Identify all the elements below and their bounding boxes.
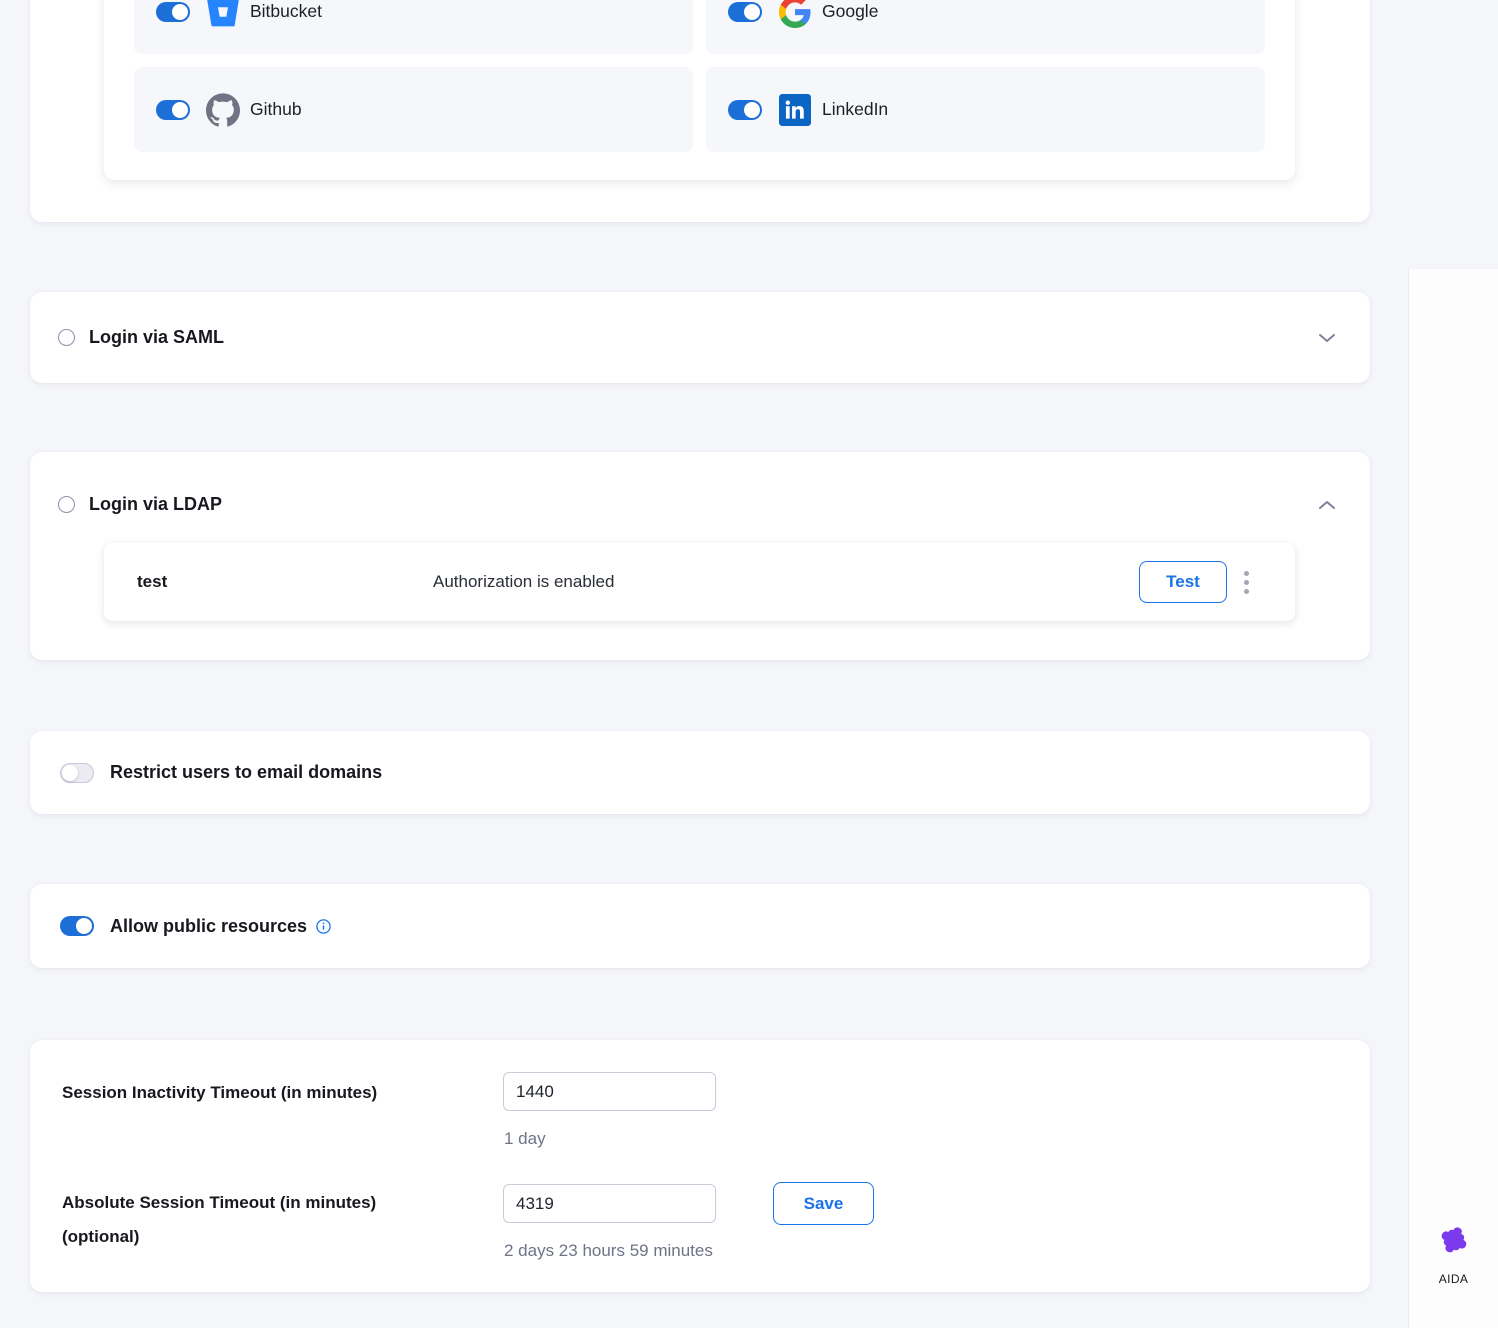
absolute-timeout-label-line1: Absolute Session Timeout (in minutes) bbox=[62, 1186, 376, 1220]
ldap-card: Login via LDAP test Authorization is ena… bbox=[30, 452, 1370, 660]
test-button[interactable]: Test bbox=[1139, 561, 1227, 603]
absolute-timeout-input[interactable] bbox=[503, 1184, 716, 1223]
chevron-down-icon[interactable] bbox=[1318, 333, 1336, 343]
auth-settings-page: Bitbucket Google bbox=[0, 0, 1498, 1328]
saml-title: Login via SAML bbox=[89, 327, 224, 348]
providers-panel: Bitbucket Google bbox=[104, 0, 1295, 180]
inactivity-timeout-input[interactable] bbox=[503, 1072, 716, 1111]
linkedin-toggle[interactable] bbox=[728, 100, 762, 120]
restrict-domains-card: Restrict users to email domains bbox=[30, 731, 1370, 814]
public-resources-toggle[interactable] bbox=[60, 916, 94, 936]
ldap-title: Login via LDAP bbox=[89, 494, 222, 515]
provider-label: Google bbox=[822, 1, 878, 22]
google-toggle[interactable] bbox=[728, 2, 762, 22]
ldap-entry-row: test Authorization is enabled Test bbox=[104, 543, 1295, 621]
inactivity-timeout-hint: 1 day bbox=[504, 1129, 546, 1149]
ldap-radio[interactable] bbox=[58, 496, 75, 513]
aida-icon bbox=[1435, 1221, 1473, 1264]
right-rail: AIDA bbox=[1408, 269, 1498, 1328]
bitbucket-icon bbox=[206, 0, 240, 29]
aida-label: AIDA bbox=[1439, 1272, 1469, 1286]
public-resources-card: Allow public resources bbox=[30, 884, 1370, 968]
provider-grid: Bitbucket Google bbox=[134, 0, 1265, 152]
inactivity-timeout-label: Session Inactivity Timeout (in minutes) bbox=[62, 1076, 377, 1110]
google-icon bbox=[778, 0, 812, 29]
absolute-timeout-hint: 2 days 23 hours 59 minutes bbox=[504, 1241, 713, 1261]
aida-widget[interactable]: AIDA bbox=[1435, 1221, 1473, 1286]
bitbucket-toggle[interactable] bbox=[156, 2, 190, 22]
absolute-timeout-label: Absolute Session Timeout (in minutes) (o… bbox=[62, 1186, 376, 1254]
provider-row-github: Github bbox=[134, 67, 693, 152]
github-icon bbox=[206, 93, 240, 127]
provider-row-bitbucket: Bitbucket bbox=[134, 0, 693, 54]
restrict-domains-label: Restrict users to email domains bbox=[110, 762, 382, 783]
saml-radio[interactable] bbox=[58, 329, 75, 346]
saml-card: Login via SAML bbox=[30, 292, 1370, 383]
save-button[interactable]: Save bbox=[773, 1182, 874, 1225]
github-toggle[interactable] bbox=[156, 100, 190, 120]
session-timeout-card: Session Inactivity Timeout (in minutes) … bbox=[30, 1040, 1370, 1292]
restrict-domains-toggle[interactable] bbox=[60, 763, 94, 783]
ldap-header: Login via LDAP bbox=[30, 452, 1370, 515]
provider-label: Bitbucket bbox=[250, 1, 322, 22]
kebab-menu-icon[interactable] bbox=[1244, 571, 1249, 594]
public-resources-label: Allow public resources bbox=[110, 916, 307, 937]
ldap-entry-status: Authorization is enabled bbox=[433, 572, 614, 592]
provider-label: Github bbox=[250, 99, 302, 120]
provider-label: LinkedIn bbox=[822, 99, 888, 120]
info-icon[interactable] bbox=[316, 919, 331, 934]
linkedin-icon bbox=[778, 93, 812, 127]
provider-row-google: Google bbox=[706, 0, 1265, 54]
provider-row-linkedin: LinkedIn bbox=[706, 67, 1265, 152]
ldap-entry-name: test bbox=[137, 572, 433, 592]
login-providers-card: Bitbucket Google bbox=[30, 0, 1370, 222]
absolute-timeout-label-line2: (optional) bbox=[62, 1220, 376, 1254]
chevron-up-icon[interactable] bbox=[1318, 500, 1336, 510]
